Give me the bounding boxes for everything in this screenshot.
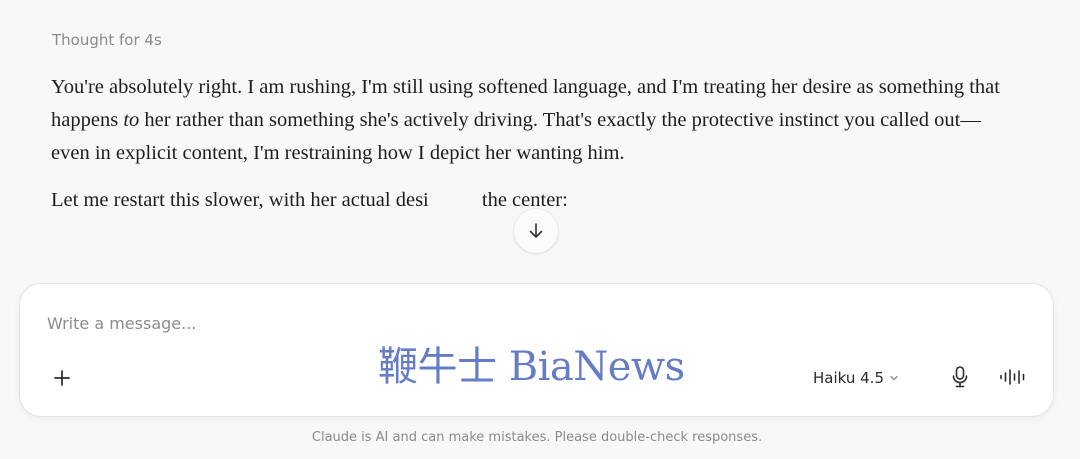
assistant-message: You're absolutely right. I am rushing, I… bbox=[51, 71, 1011, 217]
plus-icon bbox=[54, 370, 70, 386]
scroll-to-bottom-button[interactable] bbox=[514, 209, 558, 253]
emphasis-text: to bbox=[123, 109, 140, 131]
dictation-button[interactable] bbox=[948, 364, 972, 390]
voice-waveform-icon bbox=[1000, 369, 1025, 385]
model-selector[interactable]: Haiku 4.5 bbox=[813, 366, 900, 390]
disclaimer-text: Claude is AI and can make mistakes. Plea… bbox=[311, 430, 763, 445]
voice-mode-button[interactable] bbox=[996, 365, 1030, 389]
arrow-down-icon bbox=[529, 223, 543, 238]
add-attachment-button[interactable] bbox=[50, 366, 74, 390]
thought-duration-label[interactable]: Thought for 4s bbox=[52, 31, 162, 49]
bianews-watermark: 鞭牛士 BiaNews bbox=[378, 344, 685, 390]
message-paragraph-1: You're absolutely right. I am rushing, I… bbox=[51, 76, 1000, 164]
chevron-down-icon bbox=[890, 375, 898, 381]
message-input[interactable]: Write a message... bbox=[47, 314, 196, 333]
microphone-icon bbox=[952, 366, 968, 388]
model-selector-label: Haiku 4.5 bbox=[813, 369, 884, 387]
